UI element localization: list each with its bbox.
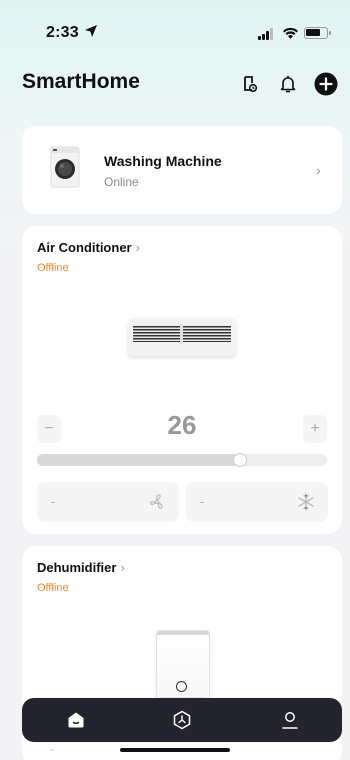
status-bar: 2:33 [0,0,350,60]
mode-tile[interactable]: - [186,482,328,522]
device-name: Washing Machine [104,153,222,169]
washing-machine-image [50,146,80,188]
fan-icon [149,494,163,509]
device-name: Air Conditioner [37,240,132,255]
temperature-value: 26 [167,410,197,440]
device-status: Offline [37,262,69,274]
bottom-tab-bar [22,698,342,742]
device-scan-icon [244,76,258,93]
temperature-decrease-button[interactable]: − [37,415,61,443]
tab-automation[interactable] [170,708,194,732]
tab-home[interactable] [64,708,88,732]
device-status: Offline [37,582,69,594]
battery-icon [304,27,331,39]
snowflake-icon [298,493,314,511]
slider-fill [37,454,240,466]
slider-thumb[interactable] [233,453,247,467]
washing-machine-card[interactable]: Washing Machine Online › [22,126,342,214]
home-icon [68,712,84,728]
chevron-right-icon: › [316,162,321,178]
fan-speed-tile[interactable]: - [37,482,179,522]
mode-value: - [200,494,205,509]
air-conditioner-card: Air Conditioner › Offline − 26 + - - [22,226,342,534]
add-device-button[interactable] [314,72,338,96]
profile-icon [282,712,298,729]
cellular-signal-icon [258,28,276,40]
wifi-icon [283,27,298,39]
location-arrow-icon [85,25,97,37]
device-name-row[interactable]: Air Conditioner › [37,240,140,255]
dehumidifier-left-value: - [50,742,54,756]
bell-icon [280,76,296,93]
status-time: 2:33 [46,24,79,41]
fan-speed-value: - [51,494,56,509]
temperature-increase-button[interactable]: + [303,415,327,443]
tab-profile[interactable] [278,708,302,732]
chevron-right-icon: › [135,240,140,255]
device-scan-button[interactable] [238,72,262,96]
air-conditioner-image [128,318,236,356]
chevron-right-icon: › [120,560,125,575]
device-name-row[interactable]: Dehumidifier › [37,560,125,575]
device-status: Online [104,175,139,189]
app-title: SmartHome [22,70,140,93]
plus-circle-icon [314,72,338,96]
device-name: Dehumidifier [37,560,117,575]
temperature-slider[interactable] [37,453,327,467]
automation-icon [173,710,191,730]
home-indicator [120,748,230,752]
notifications-button[interactable] [276,72,300,96]
